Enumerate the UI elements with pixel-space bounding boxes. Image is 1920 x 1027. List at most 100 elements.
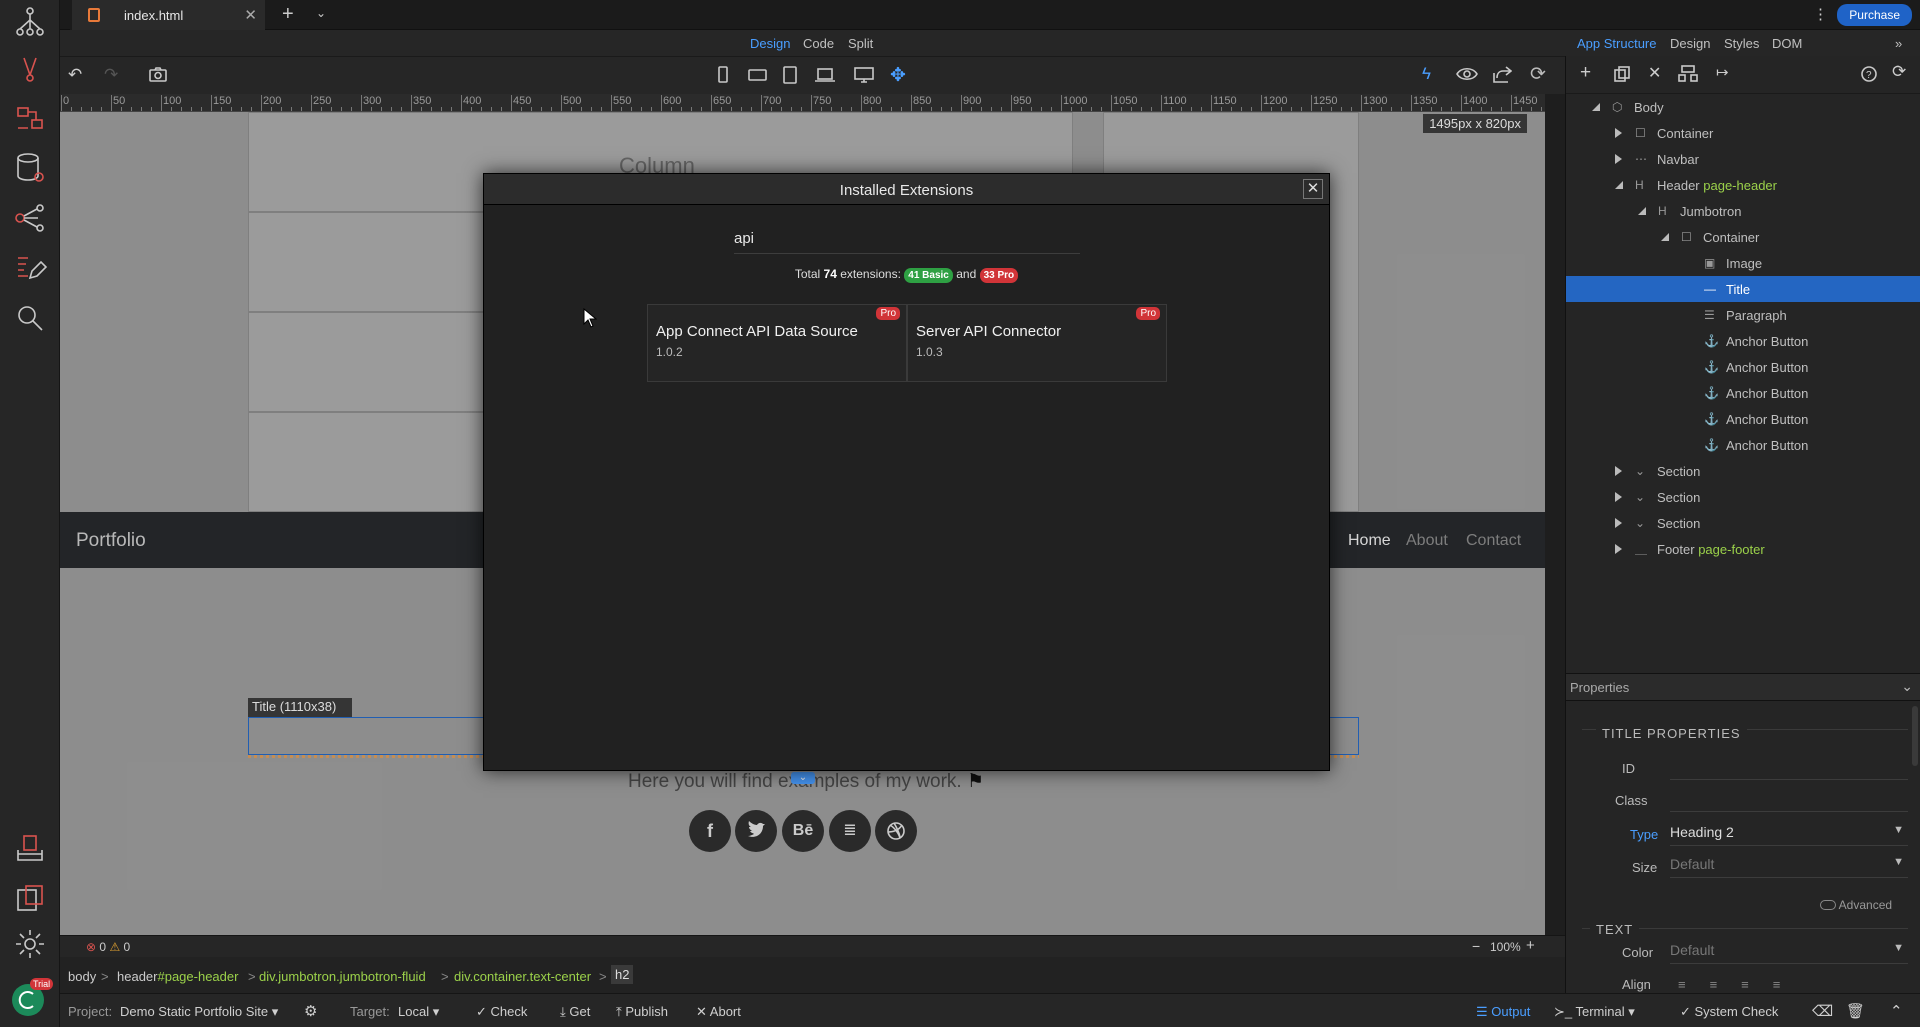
expand-panel-icon[interactable]: ⌃ bbox=[1890, 1002, 1903, 1020]
size-select[interactable]: Default ▼ bbox=[1670, 856, 1908, 878]
breadcrumb-header[interactable]: header#page-header bbox=[117, 969, 238, 984]
eraser-icon[interactable]: ⌫ bbox=[1812, 1002, 1833, 1020]
facebook-icon[interactable]: f bbox=[689, 810, 731, 852]
breadcrumb-jumbotron[interactable]: div.jumbotron.jumbotron-fluid bbox=[259, 969, 426, 984]
settings-icon[interactable] bbox=[12, 926, 48, 962]
get-button[interactable]: ⤓ Get bbox=[560, 1004, 590, 1020]
more-menu-icon[interactable]: ⋮ bbox=[1813, 5, 1828, 23]
grid-cell[interactable] bbox=[248, 212, 488, 312]
nav-link-contact[interactable]: Contact bbox=[1466, 532, 1521, 550]
advanced-toggle[interactable]: Advanced bbox=[1820, 898, 1892, 912]
preview-eye-icon[interactable] bbox=[1456, 66, 1478, 82]
account-avatar[interactable]: Trial bbox=[12, 978, 54, 1016]
package-icon[interactable] bbox=[12, 880, 48, 916]
zoom-out-icon[interactable]: − bbox=[1472, 938, 1480, 954]
panel-tab-styles[interactable]: Styles bbox=[1724, 36, 1759, 51]
zoom-in-icon[interactable]: + bbox=[1526, 937, 1535, 954]
grid-cell[interactable] bbox=[248, 412, 488, 512]
tree-node-anchor-button[interactable]: ⚓ Anchor Button bbox=[1566, 354, 1920, 380]
api-share-icon[interactable] bbox=[12, 200, 48, 236]
document-tab[interactable]: index.html ✕ bbox=[70, 0, 265, 30]
tree-node-container[interactable]: ☐ Container bbox=[1566, 120, 1920, 146]
device-tablet-icon[interactable] bbox=[782, 66, 798, 84]
extension-card[interactable]: Pro Server API Connector 1.0.3 bbox=[907, 304, 1167, 382]
behance-icon[interactable]: Bē bbox=[782, 810, 824, 852]
tree-collapsed-icon[interactable] bbox=[1615, 128, 1622, 138]
tabs-dropdown-icon[interactable]: ⌄ bbox=[316, 6, 326, 20]
zoom-level[interactable]: 100% bbox=[1490, 940, 1521, 954]
panel-tab-design[interactable]: Design bbox=[1670, 36, 1710, 51]
tree-node-body[interactable]: ⬡ Body bbox=[1566, 94, 1920, 120]
refresh-structure-icon[interactable]: ⟳ bbox=[1892, 62, 1906, 82]
device-phone-landscape-icon[interactable] bbox=[748, 66, 768, 84]
server-connect-icon[interactable] bbox=[12, 100, 48, 136]
navbar-brand[interactable]: Portfolio bbox=[76, 530, 146, 552]
close-icon[interactable]: ✕ bbox=[1303, 179, 1323, 199]
stackoverflow-icon[interactable]: ≣ bbox=[829, 810, 871, 852]
id-field[interactable] bbox=[1670, 758, 1908, 780]
dribbble-icon[interactable] bbox=[875, 810, 917, 852]
breadcrumb-container[interactable]: div.container.text-center bbox=[454, 969, 591, 984]
collapse-panel-icon[interactable]: » bbox=[1895, 36, 1902, 51]
tree-collapsed-icon[interactable] bbox=[1615, 518, 1622, 528]
tree-expanded-icon[interactable] bbox=[1661, 233, 1669, 241]
tree-node-anchor-button[interactable]: ⚓ Anchor Button bbox=[1566, 328, 1920, 354]
twitter-icon[interactable] bbox=[735, 810, 777, 852]
search-icon[interactable] bbox=[12, 300, 48, 336]
tree-collapsed-icon[interactable] bbox=[1615, 492, 1622, 502]
tree-node-jumbotron[interactable]: H Jumbotron bbox=[1566, 198, 1920, 224]
tree-node-paragraph[interactable]: ☰ Paragraph bbox=[1566, 302, 1920, 328]
abort-button[interactable]: ✕ Abort bbox=[696, 1004, 741, 1020]
panel-tab-app-structure[interactable]: App Structure bbox=[1577, 36, 1657, 51]
problems-indicator[interactable]: ⊗ 0 ⚠ 0 bbox=[86, 940, 130, 954]
open-browser-icon[interactable] bbox=[1492, 65, 1512, 83]
mode-split[interactable]: Split bbox=[848, 36, 873, 51]
live-bolt-icon[interactable]: ϟ bbox=[1422, 64, 1431, 84]
tree-node-anchor-button[interactable]: ⚓ Anchor Button bbox=[1566, 380, 1920, 406]
tree-expanded-icon[interactable] bbox=[1638, 207, 1646, 215]
terminal-tab[interactable]: ≻_ Terminal ▾ bbox=[1554, 1004, 1635, 1020]
git-icon[interactable] bbox=[12, 52, 48, 88]
tree-node-section[interactable]: ⌄ Section bbox=[1566, 510, 1920, 536]
mode-code[interactable]: Code bbox=[803, 36, 834, 51]
app-structure-icon[interactable] bbox=[12, 4, 48, 40]
tree-node-section[interactable]: ⌄ Section bbox=[1566, 484, 1920, 510]
device-laptop-icon[interactable] bbox=[814, 66, 836, 84]
edit-content-icon[interactable] bbox=[12, 250, 48, 286]
extension-search-input[interactable]: api bbox=[734, 230, 1080, 254]
tree-node-image[interactable]: ▣ Image bbox=[1566, 250, 1920, 276]
redo-icon[interactable]: ↷ bbox=[104, 65, 118, 85]
class-field[interactable] bbox=[1670, 790, 1908, 812]
system-check-tab[interactable]: ✓ System Check bbox=[1680, 1004, 1778, 1020]
undo-icon[interactable]: ↶ bbox=[68, 65, 82, 85]
device-phone-icon[interactable] bbox=[716, 66, 730, 84]
publish-button[interactable]: ⤒ Publish bbox=[616, 1004, 668, 1020]
breadcrumb-body[interactable]: body bbox=[68, 969, 96, 984]
wrap-icon[interactable] bbox=[1678, 65, 1698, 83]
device-desktop-icon[interactable] bbox=[854, 66, 874, 84]
device-fluid-icon[interactable]: ✥ bbox=[890, 64, 906, 87]
camera-icon[interactable] bbox=[148, 65, 168, 83]
properties-scrollbar[interactable] bbox=[1912, 706, 1918, 766]
extension-card[interactable]: Pro App Connect API Data Source 1.0.2 bbox=[647, 304, 907, 382]
tree-node-section[interactable]: ⌄ Section bbox=[1566, 458, 1920, 484]
new-tab-icon[interactable]: + bbox=[282, 3, 294, 26]
tree-node-container[interactable]: ☐ Container bbox=[1566, 224, 1920, 250]
close-tab-icon[interactable]: ✕ bbox=[244, 6, 257, 24]
tree-node-anchor-button[interactable]: ⚓ Anchor Button bbox=[1566, 432, 1920, 458]
database-icon[interactable] bbox=[12, 150, 48, 186]
hosting-icon[interactable] bbox=[12, 830, 48, 866]
tree-expanded-icon[interactable] bbox=[1615, 181, 1623, 189]
tree-node-navbar[interactable]: ⋯ Navbar bbox=[1566, 146, 1920, 172]
target-select[interactable]: Local ▾ bbox=[398, 1004, 439, 1020]
nav-link-about[interactable]: About bbox=[1406, 532, 1448, 550]
element-toggle-handle[interactable]: ⌄ bbox=[791, 772, 815, 784]
help-icon[interactable]: ? bbox=[1860, 65, 1878, 83]
breadcrumb-h2[interactable]: h2 bbox=[611, 965, 634, 984]
color-select[interactable]: Default ▼ bbox=[1670, 942, 1908, 964]
mode-design[interactable]: Design bbox=[750, 36, 790, 51]
project-settings-icon[interactable]: ⚙ bbox=[304, 1002, 317, 1020]
tree-node-footer[interactable]: ＿ Footer page-footer bbox=[1566, 536, 1920, 562]
tree-node-anchor-button[interactable]: ⚓ Anchor Button bbox=[1566, 406, 1920, 432]
duplicate-icon[interactable] bbox=[1614, 66, 1630, 82]
